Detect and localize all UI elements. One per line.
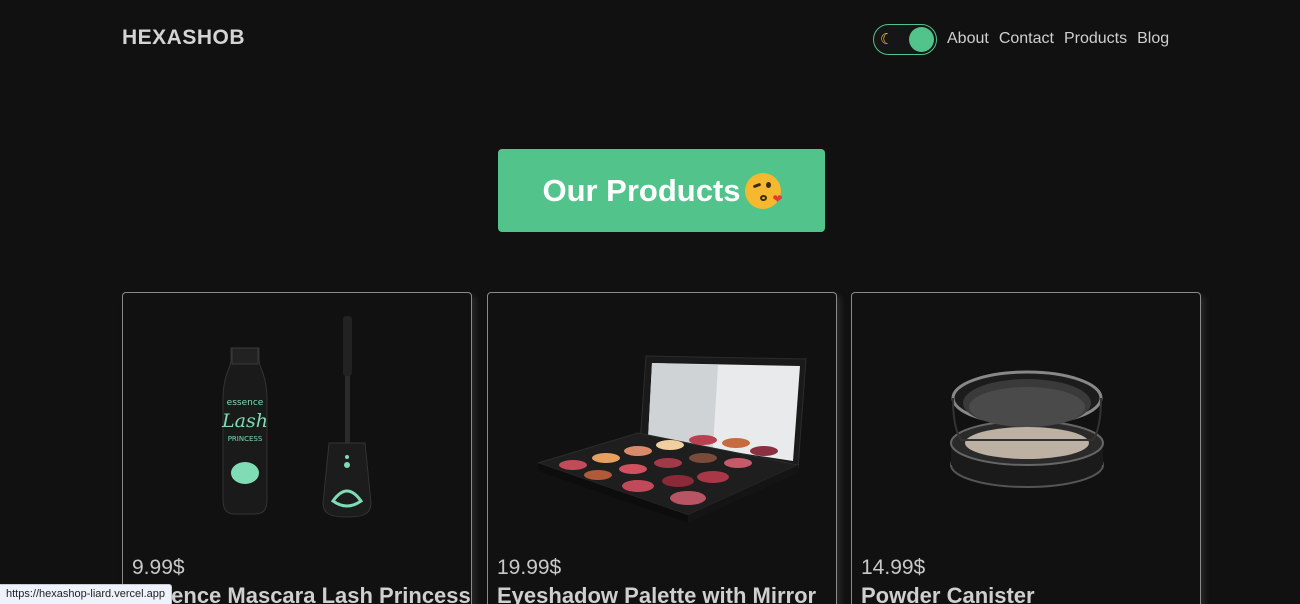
theme-toggle[interactable]: ☾	[873, 23, 937, 55]
moon-icon: ☾	[880, 30, 894, 48]
svg-text:Lash: Lash	[221, 410, 268, 432]
powder-canister-image	[950, 370, 1104, 488]
nav-link-blog[interactable]: Blog	[1137, 30, 1169, 48]
nav-link-contact[interactable]: Contact	[999, 30, 1054, 48]
product-card[interactable]: essence Lash PRINCESS 9.99$ Essence Masc…	[122, 292, 472, 604]
navbar: ☾ About Contact Products Blog	[873, 23, 1169, 55]
product-name: Essence Mascara Lash Princess	[132, 583, 471, 604]
product-price: 19.99$	[497, 556, 562, 579]
brand-logo[interactable]: HEXASHOB	[122, 26, 245, 50]
mascara-image: essence Lash PRINCESS	[221, 316, 372, 518]
nav-link-products[interactable]: Products	[1064, 30, 1127, 48]
product-card[interactable]: 19.99$ Eyeshadow Palette with Mirror	[487, 292, 837, 604]
svg-text:PRINCESS: PRINCESS	[228, 435, 263, 443]
product-price: 14.99$	[861, 556, 926, 579]
status-bar-url: https://hexashop-liard.vercel.app	[0, 584, 172, 604]
nav-link-about[interactable]: About	[947, 30, 989, 48]
face-blowing-kiss-icon: ❤	[744, 172, 783, 209]
product-price: 9.99$	[132, 556, 185, 579]
svg-text:essence: essence	[227, 398, 264, 408]
page: HEXASHOB ☾ About Contact Products Blog O…	[0, 0, 1300, 604]
product-name: Powder Canister	[861, 583, 1035, 604]
our-products-banner: Our Products ❤	[498, 149, 825, 232]
toggle-knob	[909, 26, 934, 52]
product-name: Eyeshadow Palette with Mirror	[497, 583, 817, 604]
section-title: Our Products	[542, 172, 741, 208]
eyeshadow-palette-image	[536, 355, 807, 523]
nav-links: About Contact Products Blog	[947, 30, 1169, 48]
product-card[interactable]: 14.99$ Powder Canister	[851, 292, 1201, 604]
